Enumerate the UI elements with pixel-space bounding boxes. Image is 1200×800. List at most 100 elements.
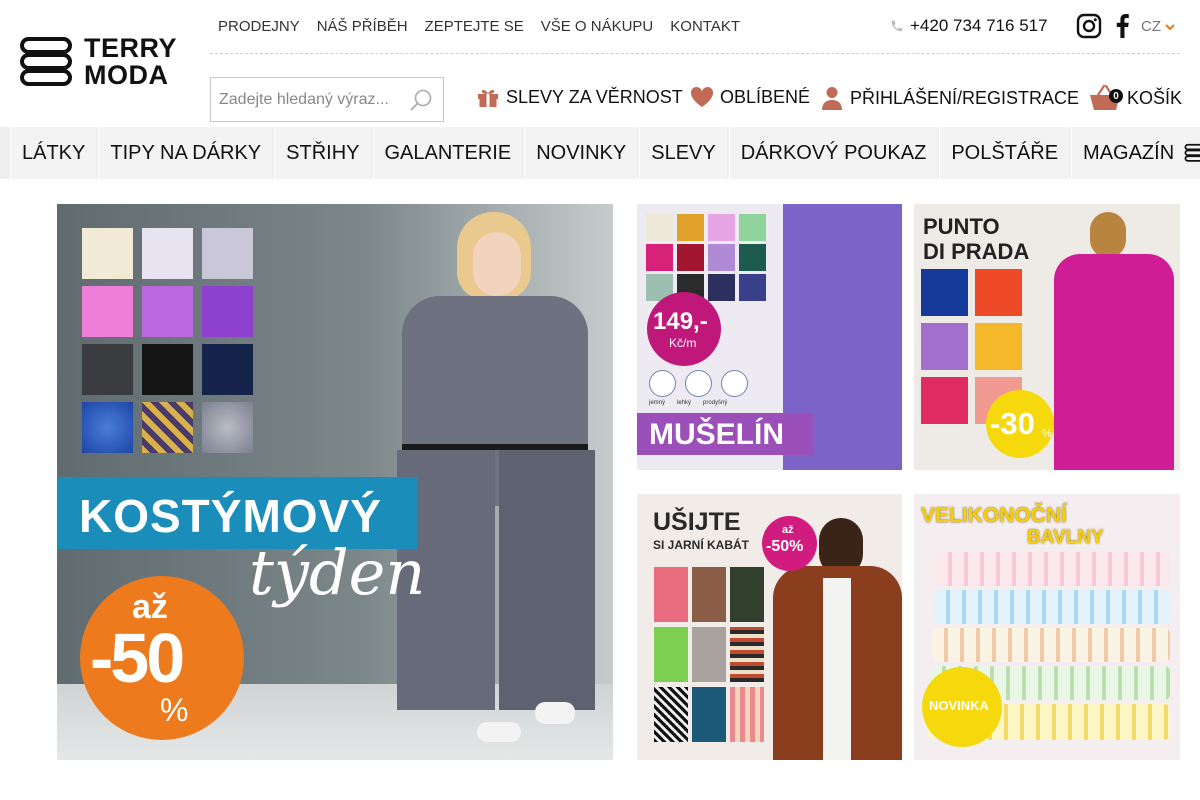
model-trouser-right bbox=[499, 450, 595, 710]
topnav-link-ask[interactable]: ZEPTEJTE SE bbox=[425, 18, 524, 35]
cart-icon-wrap: 0 bbox=[1089, 84, 1123, 112]
banner-main-subtitle: týden bbox=[249, 536, 426, 609]
phone-number: +420 734 716 517 bbox=[910, 16, 1048, 35]
search-icon[interactable] bbox=[409, 88, 433, 112]
topnav-link-story[interactable]: NÁŠ PŘÍBĚH bbox=[317, 18, 408, 35]
banner-easter-subtitle: BAVLNY bbox=[1027, 527, 1104, 548]
category-magazine[interactable]: MAGAZÍN bbox=[1071, 127, 1200, 179]
feature-icons bbox=[649, 370, 748, 397]
price-unit: Kč/m bbox=[669, 336, 697, 350]
new-badge: NOVINKA bbox=[922, 667, 1002, 747]
discount-value: -30 bbox=[990, 406, 1035, 441]
fabric-swatch bbox=[677, 214, 704, 241]
fabric-swatch bbox=[739, 244, 766, 271]
model-face bbox=[473, 232, 521, 296]
chevron-down-icon bbox=[1165, 23, 1175, 30]
category-new[interactable]: NOVINKY bbox=[524, 127, 638, 179]
fabric-roll bbox=[936, 552, 1170, 586]
fabric-swatch bbox=[82, 344, 133, 395]
feature-label: prodyšný bbox=[703, 400, 728, 406]
model-shoe bbox=[535, 702, 575, 724]
banner-punto-line-1: PUNTO bbox=[923, 214, 1000, 239]
banner-spring-coat[interactable]: UŠIJTE SI JARNÍ KABÁT až -50% bbox=[637, 494, 902, 760]
fabric-swatch bbox=[730, 687, 764, 742]
banner-main-title: KOSTÝMOVÝ bbox=[79, 490, 382, 542]
phone-icon bbox=[891, 20, 903, 32]
fabric-swatch bbox=[142, 228, 193, 279]
language-value: CZ bbox=[1141, 18, 1161, 35]
cart-label: KOŠÍK bbox=[1127, 87, 1183, 108]
category-fabrics[interactable]: LÁTKY bbox=[10, 127, 97, 179]
fabric-swatch bbox=[921, 323, 968, 370]
fabric-swatch bbox=[708, 214, 735, 241]
facebook-icon[interactable] bbox=[1114, 13, 1130, 39]
fabric-swatch bbox=[739, 274, 766, 301]
cart-link[interactable]: 0 KOŠÍK bbox=[1089, 84, 1182, 112]
category-haberdashery[interactable]: GALANTERIE bbox=[372, 127, 523, 179]
fabric-swatch bbox=[202, 228, 253, 279]
fabric-swatch bbox=[730, 627, 764, 682]
topnav-link-stores[interactable]: PRODEJNY bbox=[218, 18, 300, 35]
discount-value: -50% bbox=[766, 538, 804, 555]
topnav-link-shopping[interactable]: VŠE O NÁKUPU bbox=[541, 18, 654, 35]
new-badge-label: NOVINKA bbox=[929, 698, 989, 713]
favorites-label: OBLÍBENÉ bbox=[720, 86, 811, 107]
instagram-icon[interactable] bbox=[1076, 13, 1102, 39]
fabric-swatch bbox=[975, 269, 1022, 316]
discount-percent: % bbox=[160, 692, 189, 728]
banner-costume-week[interactable]: KOSTÝMOVÝ týden až -50 % bbox=[57, 204, 613, 760]
fabric-swatch bbox=[202, 286, 253, 337]
model-suit bbox=[1054, 254, 1174, 470]
loyalty-label: SLEVY ZA VĚRNOST bbox=[506, 86, 683, 107]
fabric-swatch bbox=[739, 214, 766, 241]
fabric-swatch bbox=[142, 402, 193, 453]
cart-count-badge: 0 bbox=[1109, 89, 1123, 103]
category-navigation: LÁTKY TIPY NA DÁRKY STŘIHY GALANTERIE NO… bbox=[0, 127, 1200, 179]
fabric-swatch bbox=[82, 402, 133, 453]
model-shoe bbox=[477, 722, 521, 742]
discount-badge: až -50% bbox=[762, 516, 817, 571]
fabric-swatch bbox=[730, 567, 764, 622]
logo-icon bbox=[20, 37, 72, 86]
favorites-link[interactable]: OBLÍBENÉ bbox=[690, 86, 810, 108]
fabric-roll bbox=[934, 590, 1170, 624]
banner-easter-cotton[interactable]: VELIKONOČNÍ BAVLNY NOVINKA bbox=[914, 494, 1180, 760]
category-patterns[interactable]: STŘIHY bbox=[274, 127, 371, 179]
cloud-icon bbox=[649, 370, 676, 397]
fabric-swatch bbox=[921, 377, 968, 424]
fabric-swatch bbox=[692, 687, 726, 742]
top-links: PRODEJNY NÁŠ PŘÍBĚH ZEPTEJTE SE VŠE O NÁ… bbox=[218, 18, 740, 35]
top-navigation: PRODEJNY NÁŠ PŘÍBĚH ZEPTEJTE SE VŠE O NÁ… bbox=[210, 0, 1180, 54]
banner-punto-title: PUNTO DI PRADA bbox=[923, 214, 1029, 264]
gift-icon bbox=[478, 89, 498, 107]
banner-punto-di-prada[interactable]: PUNTO DI PRADA -30 % bbox=[914, 204, 1180, 470]
category-sale[interactable]: SLEVY bbox=[639, 127, 727, 179]
search-box bbox=[210, 77, 444, 122]
search-input[interactable] bbox=[211, 78, 401, 121]
login-link[interactable]: PŘIHLÁŠENÍ/REGISTRACE bbox=[822, 86, 1079, 110]
loyalty-link[interactable]: SLEVY ZA VĚRNOST bbox=[476, 86, 683, 108]
model-shirt bbox=[823, 578, 851, 760]
discount-badge: až -50 % bbox=[80, 576, 244, 740]
air-icon bbox=[721, 370, 748, 397]
fabric-swatch bbox=[708, 274, 735, 301]
logo[interactable]: TERRY MODA bbox=[18, 30, 193, 94]
banner-muselin-title: MUŠELÍN bbox=[649, 418, 784, 451]
category-gift-tips[interactable]: TIPY NA DÁRKY bbox=[98, 127, 273, 179]
feature-label: jemný bbox=[649, 400, 666, 406]
price-value: 149,- bbox=[653, 308, 708, 335]
category-pillows[interactable]: POLŠTÁŘE bbox=[939, 127, 1070, 179]
feather-icon bbox=[685, 370, 712, 397]
user-icon bbox=[822, 87, 842, 110]
category-magazine-label: MAGAZÍN bbox=[1083, 141, 1175, 164]
topnav-link-contact[interactable]: KONTAKT bbox=[670, 18, 740, 35]
category-gift-voucher[interactable]: DÁRKOVÝ POUKAZ bbox=[728, 127, 938, 179]
language-select[interactable]: CZ bbox=[1141, 18, 1175, 35]
logo-line-2: MODA bbox=[84, 60, 169, 90]
banner-muselin[interactable]: 149,- Kč/m jemný lehký prodyšný MUŠELÍN bbox=[637, 204, 902, 470]
fabric-swatch bbox=[202, 402, 253, 453]
fabric-swatch bbox=[708, 244, 735, 271]
phone-link[interactable]: +420 734 716 517 bbox=[890, 16, 1048, 36]
fabric-swatch bbox=[142, 344, 193, 395]
banner-coat-title: UŠIJTE bbox=[653, 508, 741, 536]
